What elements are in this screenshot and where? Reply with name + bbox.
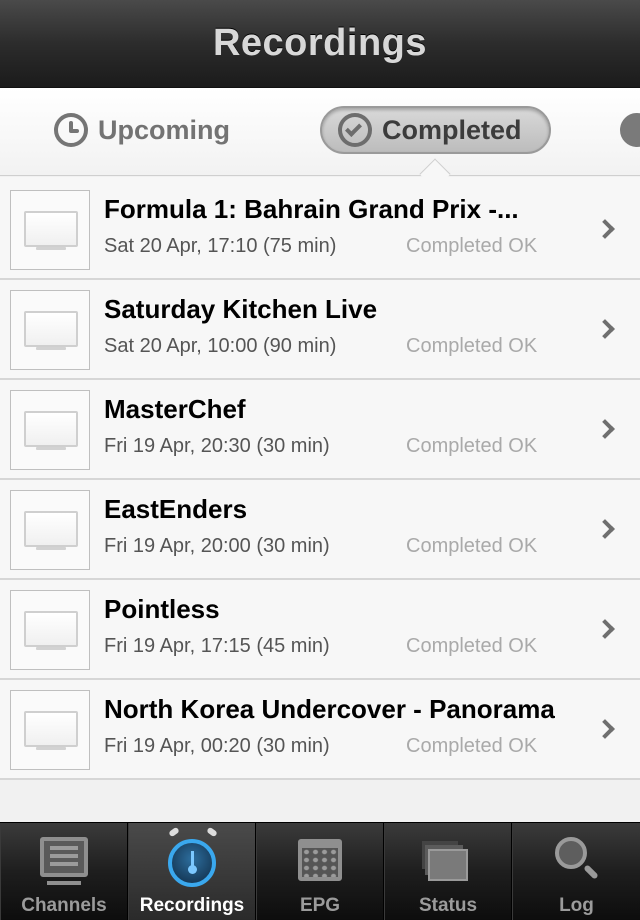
recording-status: Completed OK bbox=[406, 235, 538, 257]
segment-completed[interactable]: Completed bbox=[320, 106, 551, 154]
chevron-right-icon bbox=[595, 219, 615, 239]
recording-time: Sat 20 Apr, 17:10 (75 min) bbox=[104, 235, 337, 257]
tv-thumbnail-icon bbox=[10, 690, 90, 770]
checkmark-circle-icon bbox=[338, 113, 372, 147]
tv-thumbnail-icon bbox=[10, 190, 90, 270]
recording-title: Saturday Kitchen Live bbox=[104, 294, 378, 324]
tab-recordings[interactable]: Recordings bbox=[128, 823, 256, 920]
page-title: Recordings bbox=[212, 22, 428, 64]
tab-bar: Channels Recordings EPG Status Log bbox=[0, 822, 640, 920]
tab-log[interactable]: Log bbox=[512, 823, 640, 920]
recording-title: EastEnders bbox=[104, 494, 248, 524]
tv-thumbnail-icon bbox=[10, 490, 90, 570]
tv-thumbnail-icon bbox=[10, 390, 90, 470]
chevron-right-icon bbox=[595, 519, 615, 539]
log-icon bbox=[554, 837, 599, 880]
recording-status: Completed OK bbox=[406, 635, 538, 657]
recording-status: Completed OK bbox=[406, 535, 538, 557]
list-item[interactable]: Formula 1: Bahrain Grand Prix -... Sat 2… bbox=[0, 177, 640, 280]
chevron-right-icon bbox=[595, 719, 615, 739]
tab-log-label: Log bbox=[559, 895, 594, 916]
tab-recordings-label: Recordings bbox=[139, 895, 245, 916]
recording-title: Pointless bbox=[104, 594, 220, 624]
list-item[interactable]: Saturday Kitchen Live Sat 20 Apr, 10:00 … bbox=[0, 280, 640, 380]
tab-status[interactable]: Status bbox=[384, 823, 512, 920]
chevron-right-icon bbox=[595, 419, 615, 439]
recordings-list[interactable]: Formula 1: Bahrain Grand Prix -... Sat 2… bbox=[0, 177, 640, 780]
alert-icon bbox=[620, 113, 640, 147]
chevron-right-icon bbox=[595, 619, 615, 639]
list-item[interactable]: EastEnders Fri 19 Apr, 20:00 (30 min) Co… bbox=[0, 480, 640, 580]
list-item[interactable]: Pointless Fri 19 Apr, 17:15 (45 min) Com… bbox=[0, 580, 640, 680]
recording-title: North Korea Undercover - Panorama bbox=[104, 694, 555, 724]
epg-icon bbox=[298, 839, 342, 881]
clock-icon bbox=[54, 113, 88, 147]
tab-epg[interactable]: EPG bbox=[256, 823, 384, 920]
segment-failed-partial[interactable] bbox=[620, 106, 640, 154]
tab-channels-label: Channels bbox=[21, 895, 107, 916]
status-icon bbox=[428, 849, 468, 881]
recording-title: MasterChef bbox=[104, 394, 246, 424]
recordings-icon bbox=[168, 839, 216, 887]
recording-title: Formula 1: Bahrain Grand Prix -... bbox=[104, 194, 519, 224]
recording-time: Fri 19 Apr, 17:15 (45 min) bbox=[104, 635, 330, 657]
recording-status: Completed OK bbox=[406, 335, 538, 357]
tab-epg-label: EPG bbox=[299, 895, 341, 916]
list-item[interactable]: North Korea Undercover - Panorama Fri 19… bbox=[0, 680, 640, 780]
tab-channels[interactable]: Channels bbox=[0, 823, 128, 920]
recording-time: Sat 20 Apr, 10:00 (90 min) bbox=[104, 335, 337, 357]
segment-upcoming[interactable]: Upcoming bbox=[54, 106, 230, 154]
list-item[interactable]: MasterChef Fri 19 Apr, 20:30 (30 min) Co… bbox=[0, 380, 640, 480]
tv-thumbnail-icon bbox=[10, 590, 90, 670]
recording-time: Fri 19 Apr, 20:30 (30 min) bbox=[104, 435, 330, 457]
recording-status: Completed OK bbox=[406, 435, 538, 457]
navigation-bar: Recordings bbox=[0, 0, 640, 88]
segment-upcoming-label: Upcoming bbox=[98, 114, 230, 145]
tv-thumbnail-icon bbox=[10, 290, 90, 370]
recording-time: Fri 19 Apr, 00:20 (30 min) bbox=[104, 735, 330, 757]
chevron-right-icon bbox=[595, 319, 615, 339]
recording-time: Fri 19 Apr, 20:00 (30 min) bbox=[104, 535, 330, 557]
segment-completed-label: Completed bbox=[382, 114, 522, 145]
channels-icon bbox=[40, 837, 88, 877]
segmented-control: Upcoming Completed bbox=[0, 88, 640, 176]
tab-status-label: Status bbox=[418, 895, 478, 916]
recording-status: Completed OK bbox=[406, 735, 538, 757]
